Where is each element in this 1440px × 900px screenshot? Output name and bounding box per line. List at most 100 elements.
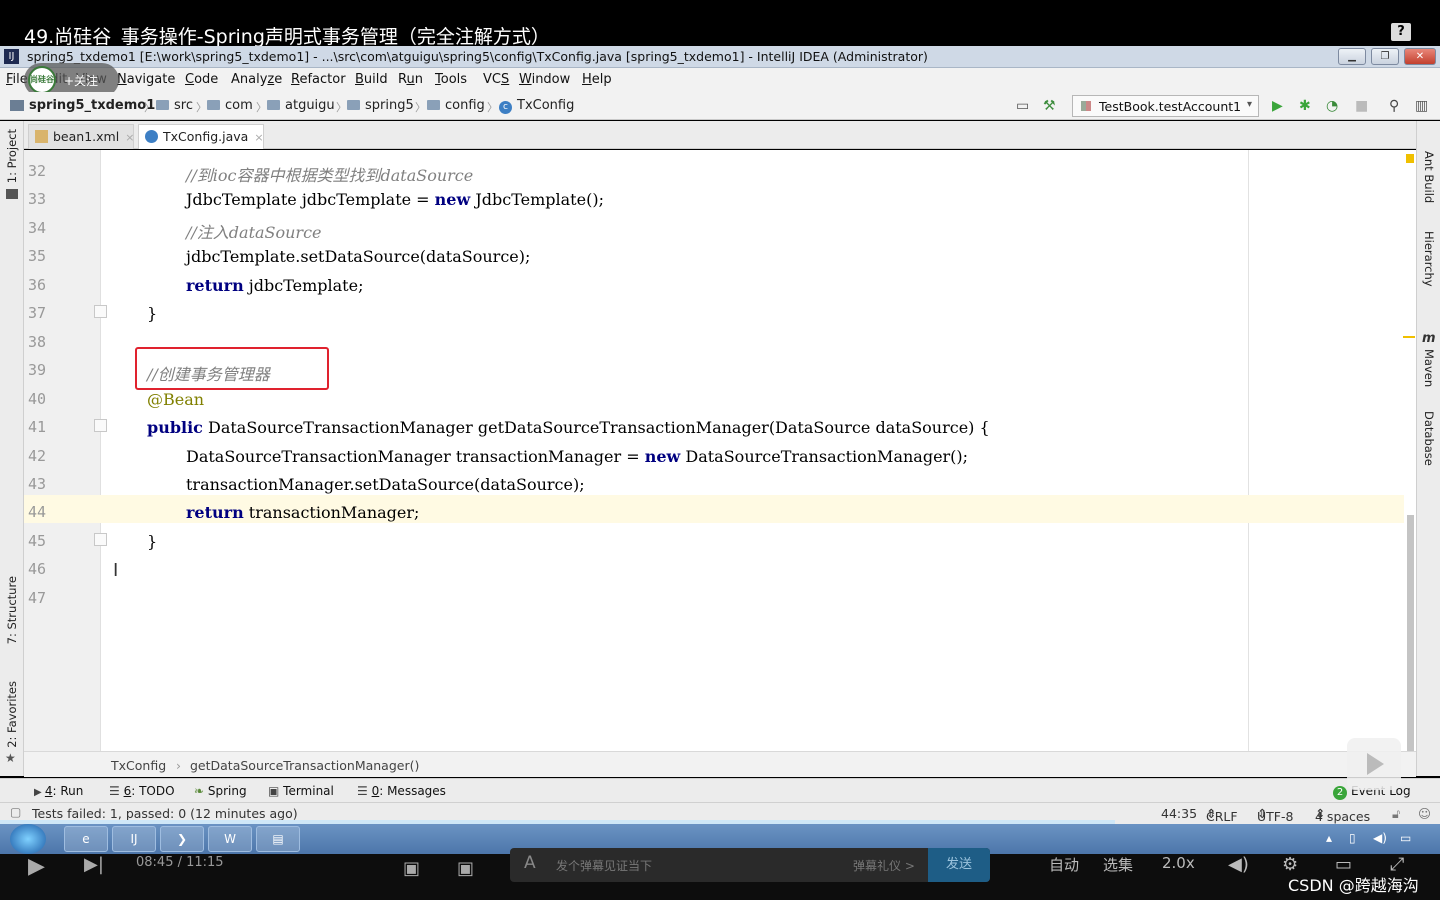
breadcrumb-atguigu[interactable]: atguigu bbox=[267, 98, 335, 113]
line-separator[interactable]: CRLF ⇕ bbox=[1206, 806, 1238, 824]
close-button[interactable]: ✕ bbox=[1404, 48, 1436, 65]
help-icon[interactable]: ? bbox=[1391, 23, 1411, 41]
tool-project[interactable]: 1: Project bbox=[5, 129, 19, 183]
windows-start-icon[interactable] bbox=[10, 824, 46, 854]
video-title: 49.尚硅谷_事务操作-Spring声明式事务管理（完全注解方式） bbox=[24, 26, 550, 48]
taskbar-intellij-icon[interactable]: IJ bbox=[112, 826, 156, 852]
menu-item-vcs[interactable]: VCS bbox=[483, 72, 509, 87]
file-encoding[interactable]: UTF-8 ⇕ bbox=[1257, 806, 1293, 824]
menu-item-window[interactable]: Window bbox=[519, 72, 570, 87]
menu-text: ode bbox=[194, 72, 219, 87]
tray-arrow-icon[interactable]: ▴ bbox=[1326, 831, 1332, 845]
warning-marker-icon[interactable] bbox=[1406, 154, 1414, 163]
tool-hierarchy[interactable]: Hierarchy bbox=[1422, 231, 1436, 287]
search-icon[interactable]: ⚲ bbox=[1389, 98, 1399, 114]
volume-icon[interactable]: ◀) bbox=[1228, 854, 1249, 875]
line-number: 41 bbox=[28, 418, 47, 436]
taskbar-word-icon[interactable]: W bbox=[208, 826, 252, 852]
speed-button[interactable]: 2.0x bbox=[1162, 854, 1195, 872]
project-structure-icon[interactable]: ▭ bbox=[1016, 98, 1029, 114]
debug-icon[interactable]: ✱ bbox=[1299, 98, 1311, 114]
breadcrumb-src[interactable]: src bbox=[156, 98, 193, 113]
line-number: 36 bbox=[28, 276, 47, 294]
tool-ant-build[interactable]: Ant Build bbox=[1422, 151, 1436, 203]
play-overlay-button[interactable] bbox=[1347, 738, 1401, 790]
taskbar-ie-icon[interactable]: e bbox=[64, 826, 108, 852]
error-stripe-mark[interactable] bbox=[1403, 336, 1415, 338]
menu-item-analyze[interactable]: Analyze bbox=[231, 72, 282, 87]
menu-item-code[interactable]: Code bbox=[185, 72, 218, 87]
tool-database[interactable]: Database bbox=[1422, 411, 1436, 466]
code-line: 34 //注入dataSource bbox=[24, 213, 1404, 242]
close-icon[interactable]: × bbox=[254, 131, 263, 144]
episodes-button[interactable]: 选集 bbox=[1103, 854, 1133, 875]
tool-todo[interactable]: ☰ 6: TODO bbox=[109, 784, 175, 798]
menu-item-build[interactable]: Build bbox=[355, 72, 388, 87]
danmu-style-icon[interactable]: A bbox=[524, 853, 536, 873]
fold-marker-icon[interactable] bbox=[94, 305, 107, 318]
run-icon[interactable]: ▶ bbox=[1272, 98, 1283, 114]
breadcrumb-spring5[interactable]: spring5 bbox=[347, 98, 414, 113]
breadcrumb-project[interactable]: spring5_txdemo1 bbox=[29, 98, 155, 113]
maximize-button[interactable]: ❐ bbox=[1371, 48, 1399, 65]
code-line: 43 transactionManager.setDataSource(data… bbox=[24, 469, 1404, 497]
indent-setting[interactable]: 4 spaces ⇕ bbox=[1315, 806, 1370, 824]
next-icon[interactable]: ▶| bbox=[84, 854, 104, 875]
coverage-icon[interactable]: ◔ bbox=[1326, 98, 1338, 114]
tool-run[interactable]: ▶ 4: Run bbox=[34, 784, 83, 798]
stop-icon[interactable]: ■ bbox=[1355, 98, 1368, 114]
tray-volume-icon[interactable]: ◀) bbox=[1373, 831, 1387, 845]
danmu-etiquette-link[interactable]: 弹幕礼仪 > bbox=[853, 857, 915, 874]
breadcrumb-com[interactable]: com bbox=[207, 98, 253, 113]
tool-terminal[interactable]: ▣ Terminal bbox=[268, 784, 334, 798]
breadcrumb-class[interactable]: c TxConfig bbox=[499, 98, 574, 114]
tool-window-bar: ▶ 4: Run ☰ 6: TODO ❧ Spring ▣ Terminal ☰… bbox=[0, 778, 1440, 802]
menu-item-tools[interactable]: Tools bbox=[435, 72, 467, 87]
menu-item-navigate[interactable]: Navigate bbox=[117, 72, 175, 87]
danmu-input[interactable]: 发个弹幕见证当下 bbox=[556, 857, 652, 874]
minimize-button[interactable]: ▁ bbox=[1338, 48, 1366, 65]
lock-icon[interactable]: 🔓︎ bbox=[1392, 806, 1400, 822]
quality-auto-button[interactable]: 自动 bbox=[1049, 854, 1079, 875]
fold-marker-icon[interactable] bbox=[94, 533, 107, 546]
breadcrumb-config[interactable]: config bbox=[427, 98, 485, 113]
structure-icon[interactable]: ▥ bbox=[1415, 98, 1428, 114]
danmu-toggle-icon[interactable]: ▣ bbox=[403, 858, 420, 879]
danmu-settings-icon[interactable]: ▣ bbox=[457, 858, 474, 879]
tray-network-icon[interactable]: ▭ bbox=[1400, 831, 1411, 845]
tab-txconfig-java[interactable]: TxConfig.java × bbox=[138, 124, 264, 149]
tray-device-icon[interactable]: ▯ bbox=[1349, 831, 1356, 845]
inspector-icon[interactable]: ☺ bbox=[1418, 806, 1431, 821]
menu-item-help[interactable]: Help bbox=[582, 72, 612, 87]
scrollbar-thumb[interactable] bbox=[1407, 515, 1414, 751]
tab-bean1-xml[interactable]: bean1.xml × bbox=[28, 124, 134, 149]
taskbar-window-icon[interactable]: ▤ bbox=[256, 826, 300, 852]
menu-item-run[interactable]: Run bbox=[398, 72, 423, 87]
caret-position[interactable]: 44:35 bbox=[1161, 806, 1197, 821]
menu-item-refactor[interactable]: Refactor bbox=[291, 72, 346, 87]
crumb-method[interactable]: getDataSourceTransactionManager() bbox=[190, 758, 419, 773]
play-icon[interactable]: ▶ bbox=[28, 854, 45, 879]
code-editor[interactable]: 32 //到ioc容器中根据类型找到dataSource 33 JdbcTemp… bbox=[24, 150, 1416, 751]
tool-favorites[interactable]: 2: Favorites bbox=[5, 681, 19, 748]
status-layout-icon[interactable]: ▢ bbox=[10, 805, 21, 819]
status-message[interactable]: Tests failed: 1, passed: 0 (12 minutes a… bbox=[32, 806, 298, 821]
menu-text: uild bbox=[363, 72, 388, 87]
follow-button[interactable]: +关注 bbox=[64, 72, 98, 89]
fold-marker-icon[interactable] bbox=[94, 419, 107, 432]
tool-maven[interactable]: Maven bbox=[1422, 349, 1436, 387]
send-button[interactable]: 发送 bbox=[928, 848, 990, 882]
navigation-bar: spring5_txdemo1 〉 src 〉 com 〉 atguigu 〉 … bbox=[0, 92, 1440, 120]
encoding-label: UTF-8 bbox=[1257, 809, 1294, 824]
tool-messages[interactable]: ☰ 0: Messages bbox=[357, 784, 446, 798]
taskbar-vs-icon[interactable]: ❯ bbox=[160, 826, 204, 852]
crumb-class[interactable]: TxConfig bbox=[111, 758, 166, 773]
tool-spring[interactable]: ❧ Spring bbox=[194, 784, 247, 798]
run-configuration-select[interactable]: TestBook.testAccount1 ▾ bbox=[1072, 95, 1259, 117]
right-tool-strip: Ant Build Hierarchy m Maven Database bbox=[1416, 121, 1440, 776]
folder-icon bbox=[156, 100, 169, 110]
code-line: 41 public DataSourceTransactionManager g… bbox=[24, 412, 1404, 440]
close-icon[interactable]: × bbox=[125, 131, 134, 144]
build-hammer-icon[interactable]: ⚒ bbox=[1043, 98, 1056, 114]
tool-structure[interactable]: 7: Structure bbox=[5, 576, 19, 644]
